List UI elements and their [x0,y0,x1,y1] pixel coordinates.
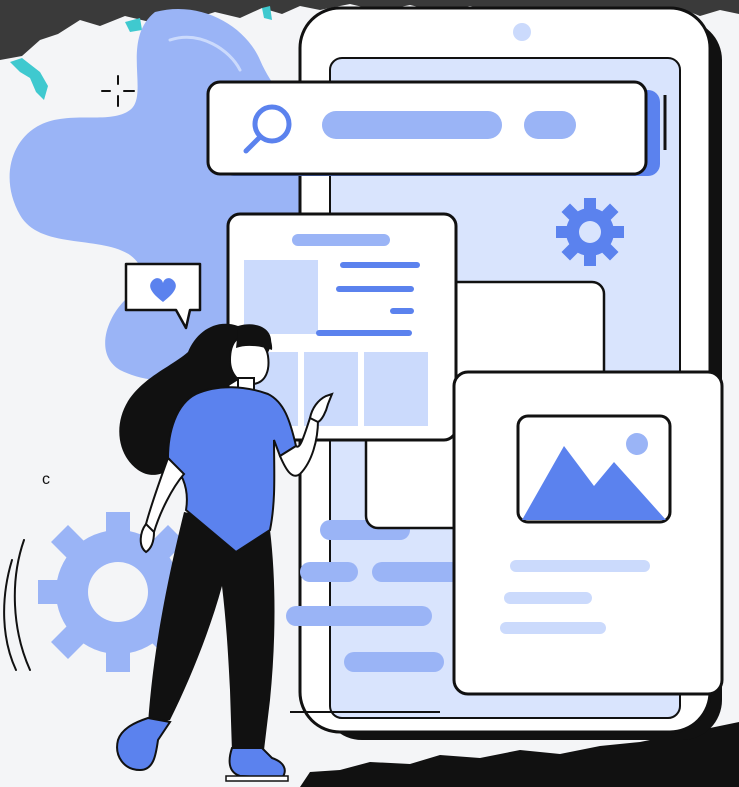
squiggle-mark: c [42,471,50,488]
person-shoe-right [228,747,286,780]
person-shoe-left [116,716,172,772]
search-input-placeholder-bar[interactable] [322,111,502,139]
search-button-bar[interactable] [524,111,576,139]
phone-camera [513,23,531,41]
motion-lines [3,539,31,671]
left-card-thumb [244,260,318,334]
image-icon-sun [626,433,648,455]
teal-paint-stroke-2 [125,18,142,32]
left-card-title-bar [292,234,390,246]
ui-illustration-scene: c [0,0,739,787]
teal-paint-stroke [10,58,48,100]
gear-icon [556,198,624,266]
sparkle-icon [101,75,135,107]
